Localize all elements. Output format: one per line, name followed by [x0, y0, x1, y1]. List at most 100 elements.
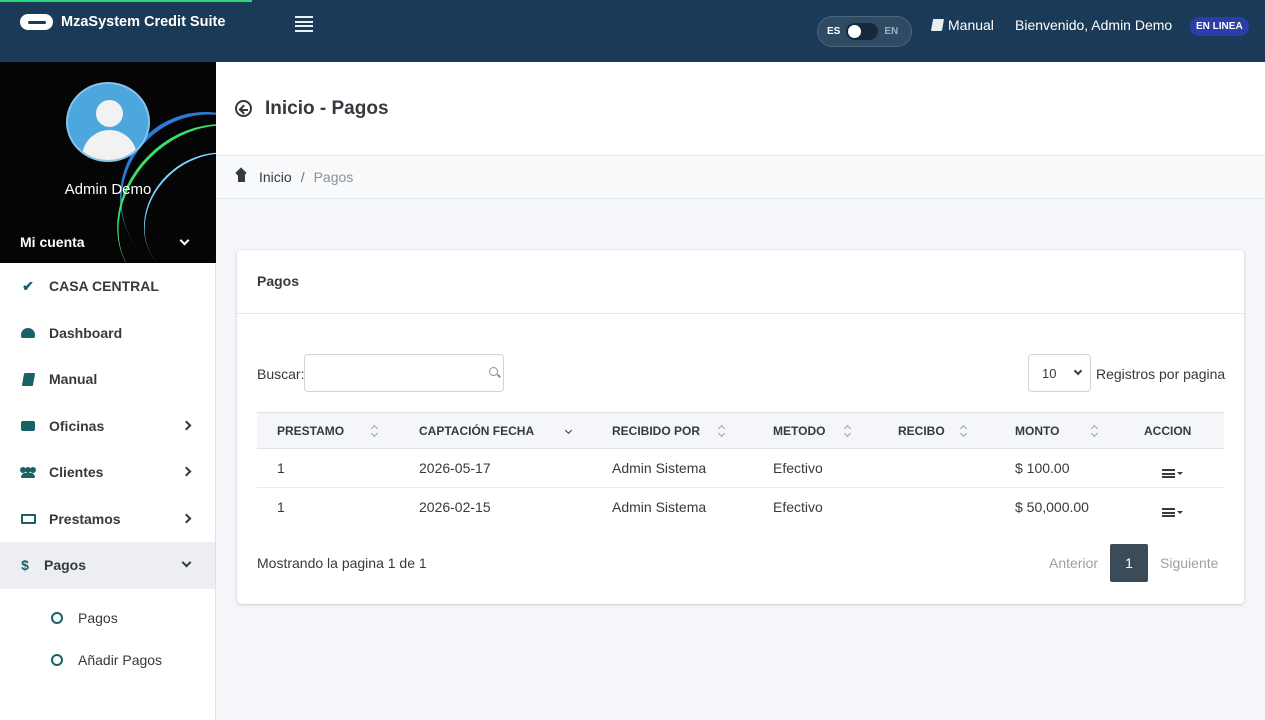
back-arrow-icon[interactable]: [235, 100, 252, 117]
avatar-shoulders: [82, 130, 137, 160]
chevron-right-icon: [181, 466, 192, 477]
check-icon: ✔: [22, 277, 34, 294]
cell-recibido: Admin Sistema: [592, 448, 753, 488]
book-icon: [930, 19, 945, 31]
brand[interactable]: MzaSystem Credit Suite: [20, 14, 225, 30]
dollar-icon: $: [21, 557, 29, 574]
payments-table: PRESTAMO CAPTACIÓN FECHA RECIBIDO POR ME…: [257, 412, 1224, 527]
search-label: Buscar:: [257, 366, 305, 382]
chevron-right-icon: [181, 513, 192, 523]
sort-icon: [718, 425, 725, 437]
sidebar-menu: ✔ CASA CENTRAL Dashboard Manual Oficinas…: [0, 263, 215, 589]
cell-recibo: [878, 488, 995, 527]
cell-metodo: Efectivo: [753, 448, 878, 488]
column-header-accion: ACCION: [1124, 412, 1224, 449]
pagination-page-button[interactable]: 1: [1110, 544, 1149, 582]
column-header-label: CAPTACIÓN FECHA: [419, 423, 535, 438]
cell-recibido: Admin Sistema: [612, 499, 707, 516]
switch-knob: [848, 25, 862, 38]
cell-prestamo[interactable]: 1: [257, 488, 399, 527]
chevron-right-icon: [181, 420, 192, 430]
account-menu[interactable]: Mi cuenta: [20, 234, 85, 250]
column-header-recibo[interactable]: RECIBO: [878, 412, 995, 449]
avatar-head: [96, 100, 123, 127]
briefcase-icon: [20, 419, 36, 433]
page-size-select[interactable]: 10: [1028, 354, 1091, 392]
brand-logo-icon: [20, 14, 53, 30]
breadcrumb-home[interactable]: Inicio: [259, 169, 292, 185]
sidebar-item-pagos[interactable]: $ Pagos: [0, 542, 215, 589]
nav-manual-label: Manual: [948, 17, 994, 33]
column-header-label: RECIBIDO POR: [612, 423, 701, 438]
row-actions-menu-icon[interactable]: [1162, 469, 1183, 478]
page-size-value: 10: [1042, 365, 1057, 381]
sidebar-item-prestamos[interactable]: Prestamos: [0, 496, 215, 543]
column-header-label: MONTO: [1015, 423, 1060, 438]
column-header-label: METODO: [773, 423, 826, 438]
menu-toggle-icon[interactable]: [295, 16, 313, 32]
row-actions-menu-icon[interactable]: [1162, 508, 1183, 518]
chevron-down-icon: [181, 557, 192, 568]
breadcrumb-separator: /: [300, 169, 305, 185]
sort-icon: [844, 425, 851, 437]
sidebar-item-label: Manual: [49, 371, 98, 388]
column-header-label: RECIBO: [898, 423, 945, 438]
pagination: Anterior 1 Siguiente: [1037, 544, 1230, 582]
sidebar-item-dashboard[interactable]: Dashboard: [0, 310, 215, 357]
cell-prestamo[interactable]: 1: [257, 448, 399, 488]
table-row: 1 2026-05-17 Admin Sistema Efectivo $ 10…: [257, 448, 1224, 488]
pagination-prev-button[interactable]: Anterior: [1037, 555, 1110, 571]
sidebar-item-label: Prestamos: [49, 510, 121, 527]
circle-icon: [51, 653, 63, 666]
sort-icon: [1091, 425, 1098, 437]
sidebar-item-oficinas[interactable]: Oficinas: [0, 403, 215, 450]
column-header-recibido[interactable]: RECIBIDO POR: [592, 412, 753, 449]
user-panel: Admin Demo Mi cuenta: [0, 62, 216, 263]
lang-es-label: ES: [827, 26, 841, 37]
sidebar-item-casa-central[interactable]: ✔ CASA CENTRAL: [0, 263, 215, 310]
divider: [237, 313, 1244, 314]
column-header-fecha[interactable]: CAPTACIÓN FECHA: [399, 412, 592, 449]
loading-progress-bar: [0, 0, 252, 2]
column-header-metodo[interactable]: METODO: [753, 412, 878, 449]
sidebar-subitem-pagos[interactable]: Pagos: [0, 597, 215, 639]
sort-icon: [371, 425, 378, 437]
breadcrumb: Inicio / Pagos: [216, 156, 1265, 199]
sidebar-subitem-label: Pagos: [78, 609, 118, 626]
column-header-prestamo[interactable]: PRESTAMO: [257, 412, 399, 449]
page-size-label: Registros por pagina: [1096, 366, 1226, 382]
payments-card: Pagos Buscar: 10 Registros por pagina PR…: [237, 250, 1244, 604]
search-input[interactable]: [304, 354, 504, 392]
column-header-monto[interactable]: MONTO: [995, 412, 1124, 449]
welcome-text[interactable]: Bienvenido, Admin Demo: [1015, 17, 1172, 33]
table-header-row: PRESTAMO CAPTACIÓN FECHA RECIBIDO POR ME…: [257, 412, 1224, 449]
table-row: 1 2026-02-15 Admin Sistema Efectivo $ 50…: [257, 488, 1224, 527]
pagination-next-button[interactable]: Siguiente: [1148, 555, 1230, 571]
sidebar-item-label: Dashboard: [49, 324, 123, 341]
status-badge: EN LINEA: [1190, 17, 1249, 36]
users-icon: [20, 465, 36, 479]
top-navbar: MzaSystem Credit Suite ES EN Manual Bien…: [0, 0, 1265, 62]
sidebar-item-label: CASA CENTRAL: [49, 278, 159, 295]
cell-fecha: 2026-02-15: [419, 499, 491, 516]
nav-manual-link[interactable]: Manual: [930, 17, 994, 33]
content-header: Inicio - Pagos: [216, 62, 1265, 156]
search-icon: [489, 367, 498, 376]
cell-metodo: Efectivo: [773, 499, 823, 516]
avatar[interactable]: [66, 82, 150, 162]
book-icon: [20, 372, 36, 386]
cell-fecha: 2026-05-17: [399, 448, 592, 488]
sidebar-item-clientes[interactable]: Clientes: [0, 449, 215, 496]
language-toggle[interactable]: ES EN: [817, 16, 912, 47]
language-switch[interactable]: [846, 23, 879, 40]
home-icon[interactable]: [236, 172, 247, 182]
cell-accion: [1124, 448, 1224, 488]
sidebar-item-manual[interactable]: Manual: [0, 356, 215, 403]
sidebar-username: Admin Demo: [64, 181, 152, 198]
column-header-label: PRESTAMO: [277, 423, 345, 438]
circle-icon: [51, 611, 63, 624]
sidebar-item-label: Clientes: [49, 464, 104, 481]
sidebar-subitem-label: Añadir Pagos: [78, 651, 163, 668]
sidebar-subitem-anadir-pagos[interactable]: Añadir Pagos: [0, 639, 215, 681]
money-bill-icon: [20, 512, 36, 526]
